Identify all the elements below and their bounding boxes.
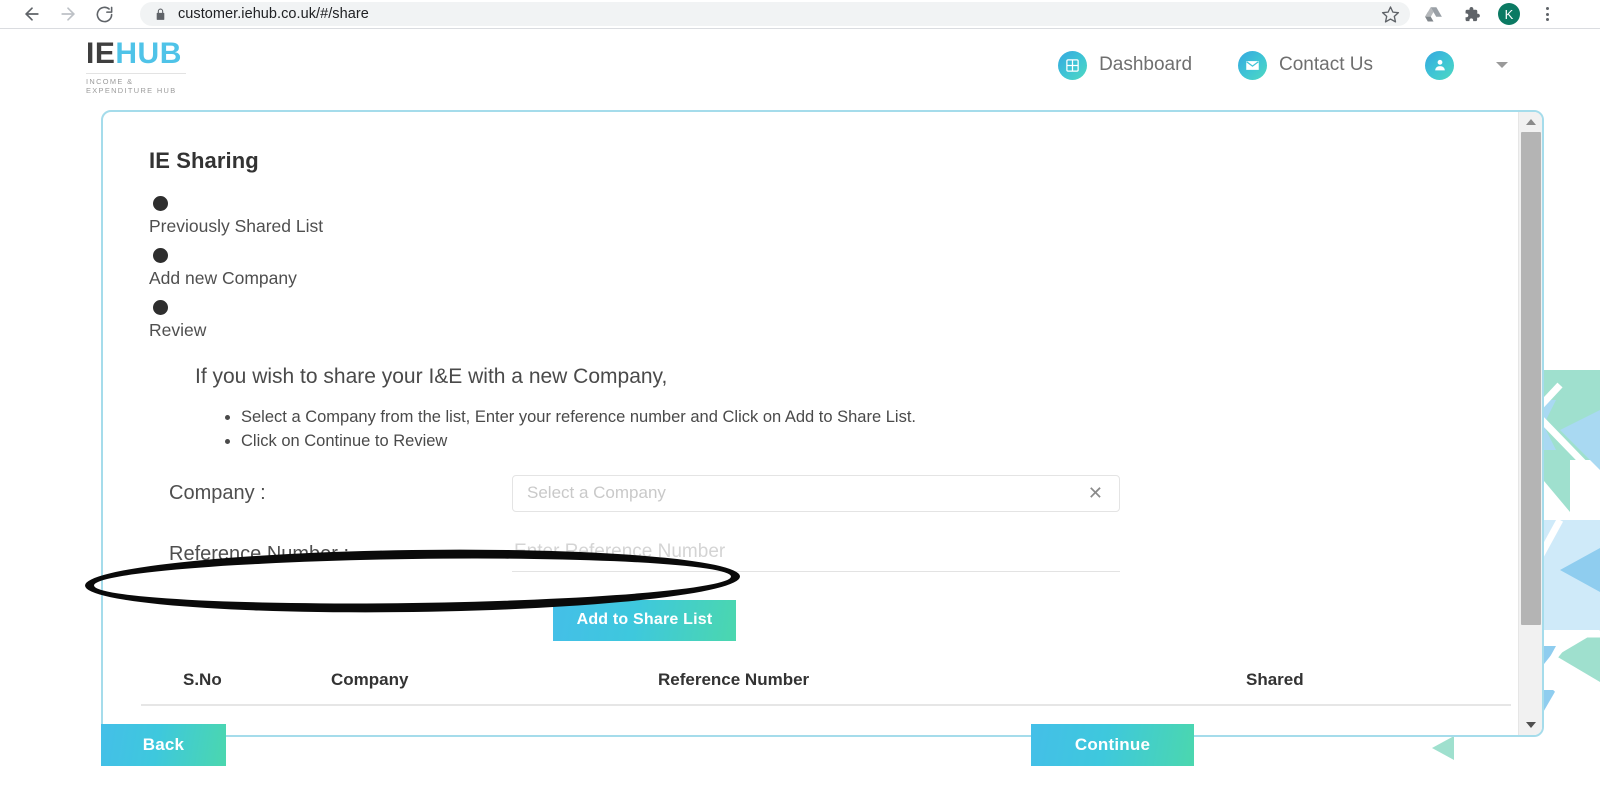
profile-avatar-button[interactable]: K bbox=[1490, 0, 1528, 29]
step-dot-icon bbox=[153, 248, 168, 263]
decorative-triangle-bottom bbox=[1432, 736, 1454, 760]
logo-wordmark: IEHUB bbox=[86, 39, 186, 69]
close-icon[interactable]: ✕ bbox=[1086, 484, 1105, 502]
google-drive-icon[interactable] bbox=[1414, 0, 1452, 29]
step-list: Previously Shared List Add new Company R… bbox=[149, 196, 1518, 341]
instruction-list: Select a Company from the list, Enter yo… bbox=[241, 405, 1518, 454]
table-column-shared: Shared bbox=[1246, 669, 1304, 689]
browser-back-button[interactable] bbox=[14, 0, 50, 29]
scrollbar-up-arrow[interactable] bbox=[1519, 112, 1542, 132]
instruction-item: Click on Continue to Review bbox=[241, 429, 1518, 453]
step-label: Review bbox=[149, 320, 207, 340]
address-bar[interactable]: customer.iehub.co.uk/#/share bbox=[140, 2, 1410, 26]
nav-label-dashboard: Dashboard bbox=[1099, 54, 1193, 75]
header-navigation: Dashboard Contact Us bbox=[1012, 50, 1508, 80]
table-column-sno: S.No bbox=[183, 669, 222, 689]
browser-action-icons: K bbox=[1414, 0, 1566, 29]
continue-button[interactable]: Continue bbox=[1031, 724, 1194, 766]
chevron-down-icon[interactable] bbox=[1496, 62, 1508, 68]
user-avatar-icon bbox=[1425, 50, 1454, 80]
browser-menu-button[interactable] bbox=[1528, 0, 1566, 29]
back-button[interactable]: Back bbox=[101, 724, 226, 766]
step-item-add-new-company[interactable]: Add new Company bbox=[149, 248, 1518, 289]
kebab-menu-icon bbox=[1545, 7, 1549, 21]
table-column-company: Company bbox=[331, 669, 409, 689]
dashboard-icon bbox=[1058, 50, 1088, 80]
logo-ie-text: IE bbox=[86, 37, 116, 70]
scrollbar-thumb[interactable] bbox=[1521, 132, 1541, 625]
ie-sharing-card: IE Sharing Previously Shared List Add ne… bbox=[101, 110, 1544, 737]
add-to-share-list-button[interactable]: Add to Share List bbox=[552, 599, 737, 641]
company-field-row: Company : Select a Company ✕ bbox=[169, 474, 1518, 512]
nav-item-dashboard[interactable]: Dashboard bbox=[1058, 50, 1193, 80]
scrollbar-down-arrow[interactable] bbox=[1519, 715, 1542, 735]
logo-hub-text: HUB bbox=[115, 37, 182, 70]
company-select[interactable]: Select a Company ✕ bbox=[512, 474, 1120, 512]
card-scrollbar[interactable] bbox=[1518, 112, 1542, 735]
step-item-previously-shared-list[interactable]: Previously Shared List bbox=[149, 196, 1518, 237]
instruction-item: Select a Company from the list, Enter yo… bbox=[241, 405, 1518, 429]
site-logo[interactable]: IEHUB INCOME & EXPENDITURE HUB bbox=[86, 39, 186, 95]
company-select-placeholder: Select a Company bbox=[527, 483, 666, 502]
add-to-share-list-row: Add to Share List bbox=[169, 599, 1120, 641]
extensions-puzzle-icon[interactable] bbox=[1452, 0, 1490, 29]
envelope-icon bbox=[1238, 50, 1268, 80]
site-header: IEHUB INCOME & EXPENDITURE HUB Dashboard bbox=[0, 30, 1600, 100]
step-dot-icon bbox=[153, 196, 168, 211]
bookmark-star-icon[interactable] bbox=[1381, 5, 1400, 24]
lock-icon[interactable] bbox=[154, 8, 167, 21]
shared-list-table-header: S.No Company Reference Number Shared bbox=[141, 670, 1511, 706]
page-title: IE Sharing bbox=[149, 148, 259, 173]
nav-label-contact-us: Contact Us bbox=[1279, 54, 1373, 75]
profile-initial: K bbox=[1498, 3, 1520, 25]
reference-number-field-row: Reference Number : bbox=[169, 537, 1518, 572]
url-text: customer.iehub.co.uk/#/share bbox=[178, 6, 369, 22]
browser-reload-button[interactable] bbox=[86, 0, 122, 29]
step-label: Add new Company bbox=[149, 268, 297, 288]
browser-toolbar: customer.iehub.co.uk/#/share K bbox=[0, 0, 1600, 29]
reference-number-label: Reference Number : bbox=[169, 543, 350, 565]
step-label: Previously Shared List bbox=[149, 216, 324, 236]
reference-number-input[interactable] bbox=[512, 537, 1120, 572]
table-column-reference-number: Reference Number bbox=[658, 669, 810, 689]
card-content: IE Sharing Previously Shared List Add ne… bbox=[103, 112, 1518, 735]
nav-item-account[interactable] bbox=[1425, 50, 1454, 80]
company-label: Company : bbox=[169, 481, 266, 504]
browser-forward-button[interactable] bbox=[50, 0, 86, 29]
page-body: IEHUB INCOME & EXPENDITURE HUB Dashboard bbox=[0, 30, 1600, 806]
step-item-review[interactable]: Review bbox=[149, 300, 1518, 341]
step-dot-icon bbox=[153, 300, 168, 315]
logo-tagline: INCOME & EXPENDITURE HUB bbox=[86, 73, 186, 95]
intro-text: If you wish to share your I&E with a new… bbox=[195, 365, 668, 388]
nav-item-contact-us[interactable]: Contact Us bbox=[1238, 50, 1373, 80]
